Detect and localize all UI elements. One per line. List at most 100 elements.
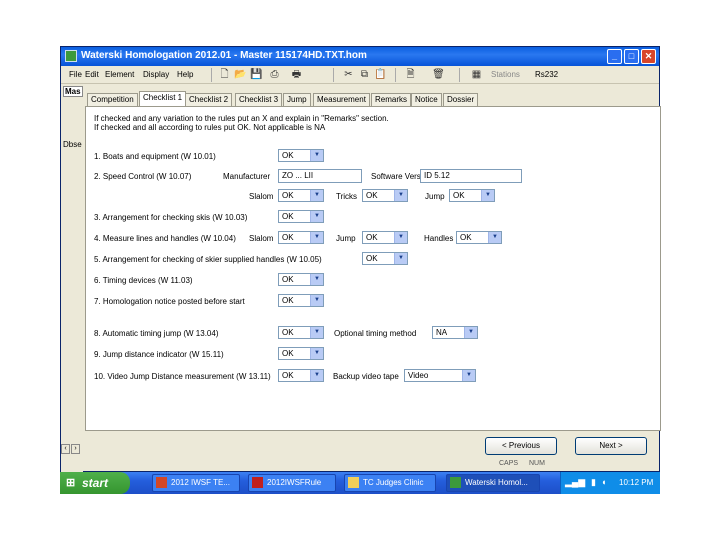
- speed-jump-select[interactable]: OK ▼: [449, 189, 495, 202]
- item-9-select[interactable]: OK ▼: [278, 347, 324, 360]
- add-element-icon[interactable]: 🗎: [403, 67, 418, 82]
- handles-value: OK: [460, 233, 472, 242]
- item-1-value: OK: [282, 151, 294, 160]
- item-5-label: 5. Arrangement for checking of skier sup…: [94, 255, 322, 264]
- item-5-select[interactable]: OK ▼: [362, 252, 408, 265]
- rs232-label[interactable]: Rs232: [535, 70, 558, 79]
- chevron-down-icon: ▼: [310, 370, 323, 381]
- close-button[interactable]: ✕: [641, 49, 656, 64]
- scroll-left-icon[interactable]: ‹: [61, 444, 70, 454]
- optional-timing-value: NA: [436, 328, 448, 337]
- title-bar[interactable]: Waterski Homologation 2012.01 - Master 1…: [61, 47, 659, 66]
- print-icon[interactable]: 🖶: [289, 67, 304, 82]
- menu-help[interactable]: Help: [177, 70, 193, 79]
- handles-label: Handles: [424, 234, 454, 243]
- item-7-select[interactable]: OK ▼: [278, 294, 324, 307]
- new-document-icon[interactable]: 🗋: [217, 67, 232, 82]
- item-1-select[interactable]: OK ▼: [278, 149, 324, 162]
- chevron-down-icon: ▼: [310, 348, 323, 359]
- item-8-select[interactable]: OK ▼: [278, 326, 324, 339]
- menu-element[interactable]: Element: [105, 70, 134, 79]
- taskbar-item-folder[interactable]: TC Judges Clinic: [344, 474, 436, 492]
- clock[interactable]: 10:12 PM: [619, 478, 653, 487]
- stations-label[interactable]: Stations: [491, 70, 520, 79]
- print-preview-icon[interactable]: ⎙: [267, 67, 282, 82]
- optional-timing-select[interactable]: NA ▼: [432, 326, 478, 339]
- master-label[interactable]: Mas: [63, 86, 83, 97]
- lines-slalom-select[interactable]: OK ▼: [278, 231, 324, 244]
- paste-icon[interactable]: 📋: [373, 67, 388, 82]
- lines-jump-value: OK: [366, 233, 378, 242]
- menu-bar: File Edit Element Display Help 🗋 📂 💾 ⎙ 🖶…: [61, 66, 659, 84]
- speed-tricks-select[interactable]: OK ▼: [362, 189, 408, 202]
- tab-checklist-3[interactable]: Checklist 3: [235, 93, 283, 106]
- tab-checklist-2[interactable]: Checklist 2: [185, 93, 233, 106]
- tab-remarks[interactable]: Remarks: [371, 93, 412, 106]
- item-2-label: 2. Speed Control (W 10.07): [94, 172, 192, 181]
- optional-timing-label: Optional timing method: [334, 329, 417, 338]
- taskbar-item-pdf[interactable]: 2012IWSFRule: [248, 474, 336, 492]
- start-label: start: [82, 476, 109, 490]
- item-6-select[interactable]: OK ▼: [278, 273, 324, 286]
- handles-select[interactable]: OK ▼: [456, 231, 502, 244]
- volume-icon[interactable]: ◖: [601, 477, 606, 487]
- item-6-value: OK: [282, 275, 294, 284]
- next-button[interactable]: Next >: [575, 437, 647, 455]
- folder-icon: [348, 477, 359, 488]
- chevron-down-icon: ▼: [462, 370, 475, 381]
- speed-tricks-label: Tricks: [336, 192, 358, 201]
- tab-checklist-1[interactable]: Checklist 1: [139, 91, 187, 106]
- chevron-down-icon: ▼: [310, 274, 323, 285]
- menu-edit[interactable]: Edit: [85, 70, 99, 79]
- tab-competition[interactable]: Competition: [87, 93, 138, 106]
- chevron-down-icon: ▼: [310, 295, 323, 306]
- save-icon[interactable]: 💾: [249, 67, 264, 82]
- manufacturer-field[interactable]: ZO ... LII: [278, 169, 362, 183]
- item-10-select[interactable]: OK ▼: [278, 369, 324, 382]
- toolbar-separator: [395, 68, 396, 82]
- taskbar-item-waterski[interactable]: Waterski Homol...: [446, 474, 540, 492]
- taskbar-item-powerpoint[interactable]: 2012 IWSF TE...: [152, 474, 240, 492]
- manufacturer-label: Manufacturer: [223, 172, 271, 181]
- copy-icon[interactable]: ⧉: [357, 67, 372, 82]
- taskbar-item-label: 2012 IWSF TE...: [171, 478, 230, 487]
- backup-video-select[interactable]: Video ▼: [404, 369, 476, 382]
- software-version-field[interactable]: ID 5.12: [420, 169, 522, 183]
- chevron-down-icon: ▼: [310, 190, 323, 201]
- tab-dossier[interactable]: Dossier: [443, 93, 479, 106]
- stations-icon[interactable]: ▦: [469, 67, 484, 82]
- previous-button[interactable]: < Previous: [485, 437, 557, 455]
- pdf-icon: [252, 477, 263, 488]
- tab-jump[interactable]: Jump: [283, 93, 311, 106]
- tab-measurement[interactable]: Measurement: [313, 93, 370, 106]
- chevron-down-icon: ▼: [310, 211, 323, 222]
- window-title: Waterski Homologation 2012.01 - Master 1…: [81, 50, 367, 61]
- item-3-label: 3. Arrangement for checking skis (W 10.0…: [94, 213, 248, 222]
- backup-video-value: Video: [408, 371, 429, 380]
- taskbar-item-label: Waterski Homol...: [465, 478, 528, 487]
- software-version-value: ID 5.12: [424, 171, 450, 180]
- cut-icon[interactable]: ✂: [341, 67, 356, 82]
- menu-display[interactable]: Display: [143, 70, 169, 79]
- start-button[interactable]: ⊞ start: [60, 472, 130, 494]
- chevron-down-icon: ▼: [394, 253, 407, 264]
- item-4-label: 4. Measure lines and handles (W 10.04): [94, 234, 236, 243]
- network-icon[interactable]: ▂▄▆: [565, 477, 585, 488]
- item-3-select[interactable]: OK ▼: [278, 210, 324, 223]
- scroll-right-icon[interactable]: ›: [71, 444, 80, 454]
- battery-icon[interactable]: ▮: [591, 477, 596, 488]
- menu-file[interactable]: File: [69, 70, 82, 79]
- tab-notice[interactable]: Notice: [411, 93, 442, 106]
- minimize-button[interactable]: _: [607, 49, 622, 64]
- left-strip: Mas Dbse ‹ ›: [61, 84, 83, 473]
- item-9-value: OK: [282, 349, 294, 358]
- chevron-down-icon: ▼: [394, 232, 407, 243]
- open-folder-icon[interactable]: 📂: [233, 67, 248, 82]
- toolbar-separator: [333, 68, 334, 82]
- lines-jump-select[interactable]: OK ▼: [362, 231, 408, 244]
- delete-icon[interactable]: 🗑: [431, 67, 446, 82]
- maximize-button[interactable]: □: [624, 49, 639, 64]
- toolbar-separator: [459, 68, 460, 82]
- item-7-value: OK: [282, 296, 294, 305]
- speed-slalom-select[interactable]: OK ▼: [278, 189, 324, 202]
